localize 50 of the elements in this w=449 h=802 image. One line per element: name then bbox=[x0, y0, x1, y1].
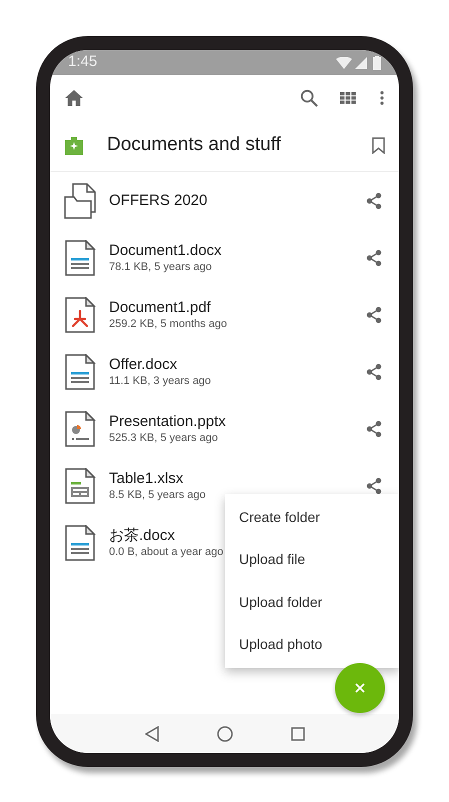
file-row[interactable]: Document1.docx 78.1 KB, 5 years ago bbox=[50, 229, 399, 286]
folder-icon bbox=[63, 182, 97, 218]
share-icon[interactable] bbox=[365, 476, 383, 494]
grid-icon[interactable] bbox=[340, 92, 356, 104]
file-row[interactable]: Offer.docx 11.1 KB, 3 years ago bbox=[50, 343, 399, 400]
home-circle-icon[interactable] bbox=[216, 726, 232, 742]
share-icon[interactable] bbox=[365, 420, 383, 438]
pdf-icon bbox=[64, 296, 96, 332]
file-name: Table1.xlsx bbox=[109, 470, 184, 488]
more-icon[interactable] bbox=[380, 90, 384, 104]
presentation-icon bbox=[64, 410, 96, 446]
document-icon bbox=[64, 240, 96, 276]
menu-item[interactable]: Upload photo bbox=[225, 624, 399, 666]
file-details: 0.0 B, about a year ago bbox=[109, 544, 224, 558]
file-row[interactable]: OFFERS 2020 bbox=[50, 172, 399, 229]
folder-title: Documents and stuff bbox=[107, 133, 282, 158]
menu-item[interactable]: Create folder bbox=[225, 496, 399, 538]
file-name: Presentation.pptx bbox=[109, 412, 226, 430]
back-icon[interactable] bbox=[144, 726, 158, 742]
file-row[interactable]: Document1.pdf 259.2 KB, 5 months ago bbox=[50, 286, 399, 343]
recents-icon[interactable] bbox=[290, 726, 304, 740]
file-name: OFFERS 2020 bbox=[109, 192, 208, 210]
file-row[interactable]: Presentation.pptx 525.3 KB, 5 years ago bbox=[50, 400, 399, 457]
home-icon[interactable] bbox=[65, 90, 83, 106]
battery-icon bbox=[373, 56, 381, 70]
shared-folder-icon bbox=[65, 136, 83, 154]
share-icon[interactable] bbox=[365, 306, 383, 324]
bookmark-icon[interactable] bbox=[372, 137, 385, 154]
wifi-icon bbox=[336, 56, 352, 68]
spreadsheet-icon bbox=[64, 468, 96, 504]
file-details: 11.1 KB, 3 years ago bbox=[109, 374, 211, 388]
search-icon[interactable] bbox=[300, 88, 318, 106]
share-icon[interactable] bbox=[365, 248, 383, 266]
menu-item[interactable]: Upload file bbox=[225, 538, 399, 581]
file-details: 78.1 KB, 5 years ago bbox=[109, 260, 212, 274]
share-icon[interactable] bbox=[365, 192, 383, 210]
file-name: Document1.docx bbox=[109, 242, 222, 260]
file-name: お茶.docx bbox=[109, 526, 175, 544]
file-details: 259.2 KB, 5 months ago bbox=[109, 316, 228, 330]
file-name: Offer.docx bbox=[109, 356, 178, 374]
document-icon bbox=[64, 354, 96, 390]
share-icon[interactable] bbox=[365, 362, 383, 380]
file-details: 8.5 KB, 5 years ago bbox=[109, 488, 206, 502]
file-name: Document1.pdf bbox=[109, 298, 211, 316]
status-time: 1:45 bbox=[68, 52, 98, 72]
document-icon bbox=[64, 524, 96, 560]
close-icon bbox=[355, 683, 365, 693]
signal-icon bbox=[355, 56, 367, 68]
file-details: 525.3 KB, 5 years ago bbox=[109, 430, 218, 444]
menu-item[interactable]: Upload folder bbox=[225, 581, 399, 624]
